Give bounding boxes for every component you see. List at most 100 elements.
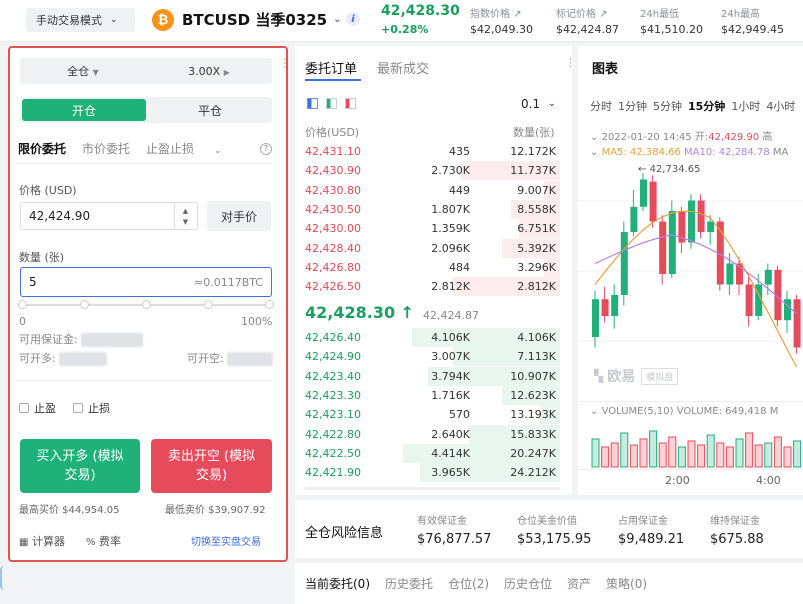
bid-row[interactable]: 42,422.80 2.640K 15.833K [305,424,560,444]
price-stepper[interactable]: ▲ ▼ [174,203,196,229]
ask-row[interactable]: 42,431.10 435 12.172K [305,142,560,161]
take-profit-checkbox[interactable]: 止盈 [19,400,56,416]
tab-orders[interactable]: 委托订单 [305,58,357,77]
chevron-down-icon[interactable]: ⌄ [590,406,598,417]
book-asks-icon[interactable] [345,98,356,109]
book-total: 20.247K [510,446,556,460]
book-total: 2.812K [517,280,556,294]
quantity-slider[interactable] [18,300,274,309]
stat-24h-low: 24h最低 $41,510.20 [640,9,703,36]
book-qty: 449 [449,183,470,197]
sell-open-short-button[interactable]: 卖出开空 (模拟 交易) [151,439,272,493]
tab-latest-trades[interactable]: 最新成交 [377,58,429,77]
interval-tab[interactable]: 5分钟 [653,98,682,114]
scrollbar[interactable] [305,487,560,490]
ask-row[interactable]: 42,426.50 2.812K 2.812K [305,277,560,297]
book-total: 12.623K [510,388,556,402]
ask-row[interactable]: 42,428.40 2.096K 5.392K [305,238,560,258]
help-icon[interactable]: ? [260,142,272,155]
tab-market-order[interactable]: 市价委托 [82,140,130,157]
more-icon[interactable]: ⋮ [279,56,291,70]
bid-row[interactable]: 42,423.30 1.716K 12.623K [305,385,560,405]
ask-row[interactable]: 42,430.80 449 9.007K [305,180,560,200]
slider-step[interactable] [265,300,274,309]
book-total: 11.737K [510,164,556,178]
tab-position-history[interactable]: 历史仓位 [504,575,552,592]
candle-body [697,200,705,232]
candle-body [601,299,609,316]
precision-dropdown[interactable]: 0.1 ⌄ [521,97,556,111]
bid-row[interactable]: 42,423.40 3.794K 10.907K [305,366,560,386]
watermark-logo: ▚ 欧易 模拟盘 [594,366,679,386]
tab-current-orders[interactable]: 当前委托(0) [305,575,370,592]
slider-handle[interactable] [18,300,27,309]
volume-info: ⌄ VOLUME(5,10) VOLUME: 649,418 M [590,406,779,417]
tab-limit-order[interactable]: 限价委托 [18,140,66,157]
book-total: 13.193K [510,408,556,422]
available-margin: 可用保证金: [19,331,144,347]
chevron-down-icon: ⌄ [548,99,556,109]
chevron-down-icon[interactable]: ⌄ [590,132,598,143]
volume-bar [620,432,629,468]
ask-row[interactable]: 42,430.90 2.730K 11.737K [305,161,560,181]
slider-step[interactable] [80,300,89,309]
chevron-down-icon[interactable]: ⌄ [590,147,598,158]
bid-row[interactable]: 42,422.50 4.414K 20.247K [305,443,560,463]
interval-tab[interactable]: 1小时 [731,98,760,114]
ask-row[interactable]: 42,426.80 484 3.296K [305,257,560,277]
bid-row[interactable]: 42,424.90 3.007K 7.113K [305,347,560,367]
bid-row[interactable]: 42,426.40 4.106K 4.106K [305,328,560,347]
bid-row[interactable]: 42,423.10 570 13.193K [305,405,560,425]
slider-step[interactable] [142,300,151,309]
interval-tab[interactable]: 15分钟 [688,98,725,114]
symbol-selector[interactable]: BTCUSD 当季0325 ⌄ [182,9,341,30]
leverage-selector[interactable]: 3.00X ▶ [146,65,272,78]
book-bids-icon[interactable] [326,98,337,109]
max-buy-price: 最高买价 $44,954.05 [19,505,120,516]
candle-body [611,295,619,316]
more-icon[interactable]: ⋮ [565,56,576,69]
interval-tab[interactable]: 4小时 [766,98,795,114]
price-input[interactable]: 42,424.90 [20,202,198,230]
time-tick: 4:00 [756,474,781,487]
tab-assets[interactable]: 资产 [567,575,591,592]
slider-max: 100% [241,315,273,328]
tab-close[interactable]: 平仓 [148,102,272,119]
tab-order-history[interactable]: 历史委托 [385,575,433,592]
caret-up-icon[interactable]: ▲ [183,207,188,215]
quantity-input[interactable]: 5 ≈0.0117BTC [20,267,272,297]
stop-loss-checkbox[interactable]: 止损 [73,400,110,416]
tab-open[interactable]: 开仓 [22,99,146,121]
bid-row[interactable]: 42,421.90 3.965K 24.212K [305,463,560,483]
tab-strategies[interactable]: 策略(0) [606,575,647,592]
switch-real-trading-link[interactable]: 切换至实盘交易 [191,533,261,548]
volume-bar [610,442,619,468]
margin-mode-dropdown[interactable]: 全仓 ▼ [20,63,146,79]
ask-row[interactable]: 42,430.50 1.807K 8.558K [305,199,560,219]
book-qty: 4.414K [431,446,470,460]
interval-tab[interactable]: 分时 [590,98,612,114]
time-tick: 2:00 [665,474,690,487]
info-icon[interactable]: i [346,12,360,26]
book-qty: 3.007K [431,350,470,364]
opponent-price-button[interactable]: 对手价 [207,201,271,231]
volume-bar [735,438,744,468]
candle-body [764,269,772,285]
buy-open-long-button[interactable]: 买入开多 (模拟 交易) [20,439,140,493]
external-link-icon[interactable]: ↗ [513,9,521,20]
volume-bar [716,442,725,468]
interval-tab[interactable]: 1分钟 [618,98,647,114]
external-link-icon[interactable]: ↗ [599,9,607,20]
quantity-label: 数量 (张) [19,251,65,264]
ask-row[interactable]: 42,430.00 1.359K 6.751K [305,219,560,239]
book-total: 6.751K [517,222,556,236]
book-both-icon[interactable] [307,98,318,109]
tab-positions[interactable]: 仓位(2) [448,575,489,592]
tab-tp-sl[interactable]: 止盈止损 ⌄ [146,140,237,157]
slider-step[interactable] [204,300,213,309]
caret-down-icon[interactable]: ▼ [183,218,188,226]
fee-button[interactable]: % 费率 [86,533,121,549]
trading-mode-dropdown[interactable]: 手动交易模式 ⌄ [26,8,135,32]
calculator-button[interactable]: ▦ 计算器 [19,533,65,549]
book-price: 42,426.40 [305,331,361,344]
